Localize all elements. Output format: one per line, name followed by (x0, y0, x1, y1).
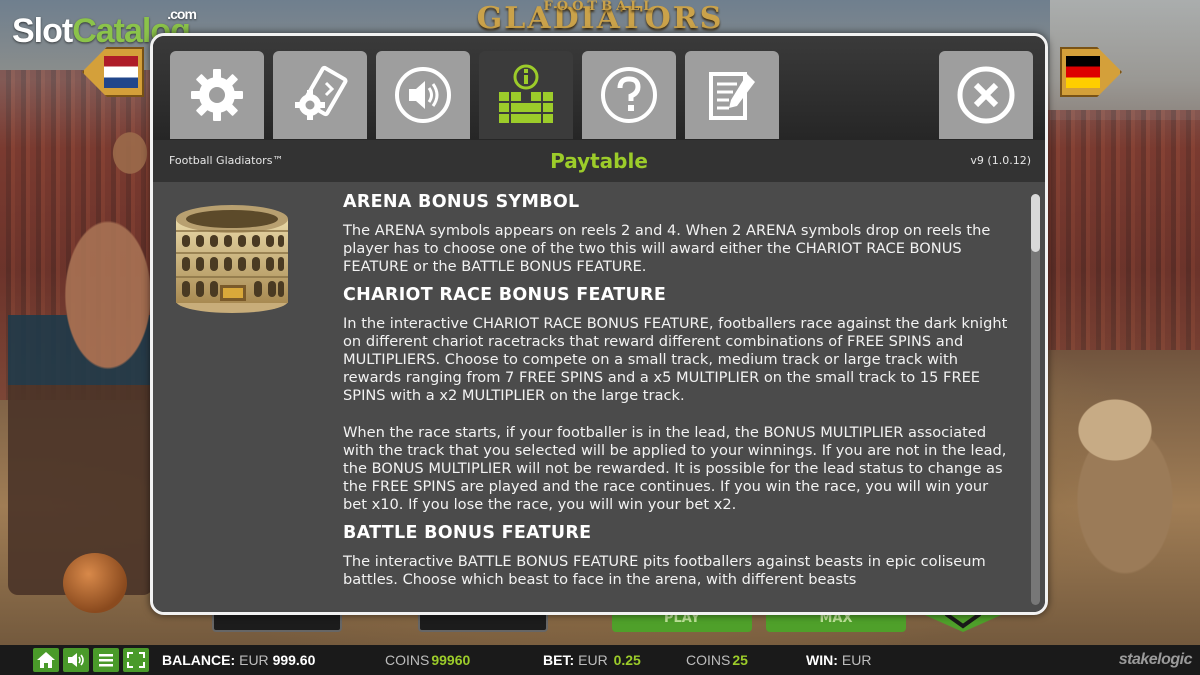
arena-bonus-heading: ARENA BONUS SYMBOL (343, 192, 580, 212)
version-label: v9 (1.0.12) (970, 154, 1031, 167)
tab-paytable[interactable] (479, 51, 573, 139)
balance-display: BALANCE: EUR 999.60 (162, 645, 315, 675)
chariot-race-text-1: In the interactive CHARIOT RACE BONUS FE… (343, 314, 1008, 405)
paytable-dialog: Football Gladiators™ Paytable v9 (1.0.12… (150, 33, 1048, 615)
fullscreen-button[interactable] (123, 648, 149, 672)
watermark-suffix: .com (167, 6, 197, 22)
play-button[interactable]: PLAY (612, 612, 752, 632)
paytable-header: Football Gladiators™ Paytable v9 (1.0.12… (153, 140, 1045, 182)
arena-bonus-text: The ARENA symbols appears on reels 2 and… (343, 222, 991, 276)
coins-bet-display: COINS 25 (686, 645, 748, 675)
dialog-tab-bar (153, 36, 1045, 140)
coins-balance-display: COINS 99960 (385, 645, 470, 675)
menu-icon (99, 654, 113, 667)
coins-bet-value: 25 (732, 652, 748, 668)
sound-icon (68, 653, 84, 667)
win-display: WIN: EUR (806, 645, 871, 675)
speaker-icon (395, 67, 451, 123)
tab-autoplay-settings[interactable] (273, 51, 367, 139)
paytable-content[interactable]: ARENA BONUS SYMBOL The ARENA symbols app… (153, 182, 1045, 612)
provider-logo: stakelogic (1118, 651, 1193, 668)
sound-button[interactable] (63, 648, 89, 672)
close-icon (957, 66, 1015, 124)
status-bar: BALANCE: EUR 999.60 COINS 99960 BET: EUR 0.… (0, 645, 1200, 675)
tab-settings[interactable] (170, 51, 264, 139)
watermark-part1: Slot (12, 12, 73, 50)
autoplay-settings-icon (295, 65, 348, 120)
paytable-icon (499, 64, 553, 123)
spin-button[interactable] (918, 612, 1008, 632)
battle-bonus-text: The interactive BATTLE BONUS FEATURE pit… (343, 552, 986, 588)
gear-icon (191, 69, 243, 121)
balance-currency: EUR (239, 652, 269, 668)
germany-flag-icon (1066, 56, 1100, 88)
notes-icon (709, 72, 755, 120)
chariot-race-heading: CHARIOT RACE BONUS FEATURE (343, 284, 667, 305)
language-next-button[interactable] (1060, 47, 1122, 97)
coins-label: COINS (385, 652, 430, 668)
home-button[interactable] (33, 648, 59, 672)
game-logo-top: FOOTBALL (543, 0, 657, 14)
battle-bonus-heading: BATTLE BONUS FEATURE (343, 522, 592, 543)
bet-label: BET: (543, 652, 575, 668)
chevron-down-icon (918, 612, 1008, 632)
scroll-thumb[interactable] (1031, 194, 1040, 252)
win-currency: EUR (841, 652, 872, 668)
tab-sound[interactable] (376, 51, 470, 139)
gladiator-character (8, 125, 153, 595)
hidden-control-1 (212, 612, 342, 632)
max-bet-button[interactable]: MAX (766, 612, 906, 632)
close-button[interactable] (939, 51, 1033, 139)
win-label: WIN: (806, 652, 838, 668)
netherlands-flag-icon (104, 56, 138, 88)
crowd-right (1045, 110, 1200, 350)
bet-value: 0.25 (613, 652, 641, 668)
paytable-text: ARENA BONUS SYMBOL The ARENA symbols app… (343, 190, 1015, 597)
chariot-race-text-2: When the race starts, if your footballer… (343, 423, 1007, 514)
balance-label: BALANCE: (162, 652, 236, 668)
fullscreen-icon (127, 652, 145, 668)
tab-help[interactable] (582, 51, 676, 139)
help-icon (601, 67, 657, 123)
arena-symbol-icon (176, 205, 288, 313)
bet-currency: EUR (578, 652, 608, 668)
tab-notes[interactable] (685, 51, 779, 139)
menu-button[interactable] (93, 648, 119, 672)
content-scrollbar[interactable] (1031, 194, 1040, 605)
football (63, 553, 127, 613)
hidden-control-2 (418, 612, 548, 632)
page-title: Paytable (550, 149, 648, 173)
coins-bet-label: COINS (686, 652, 731, 668)
language-prev-button[interactable] (82, 47, 144, 97)
bet-display: BET: EUR 0.25 (543, 645, 641, 675)
beast-character (1045, 340, 1200, 610)
balance-value: 999.60 (272, 652, 316, 668)
coins-balance-value: 99960 (431, 652, 471, 668)
home-icon (37, 652, 55, 668)
